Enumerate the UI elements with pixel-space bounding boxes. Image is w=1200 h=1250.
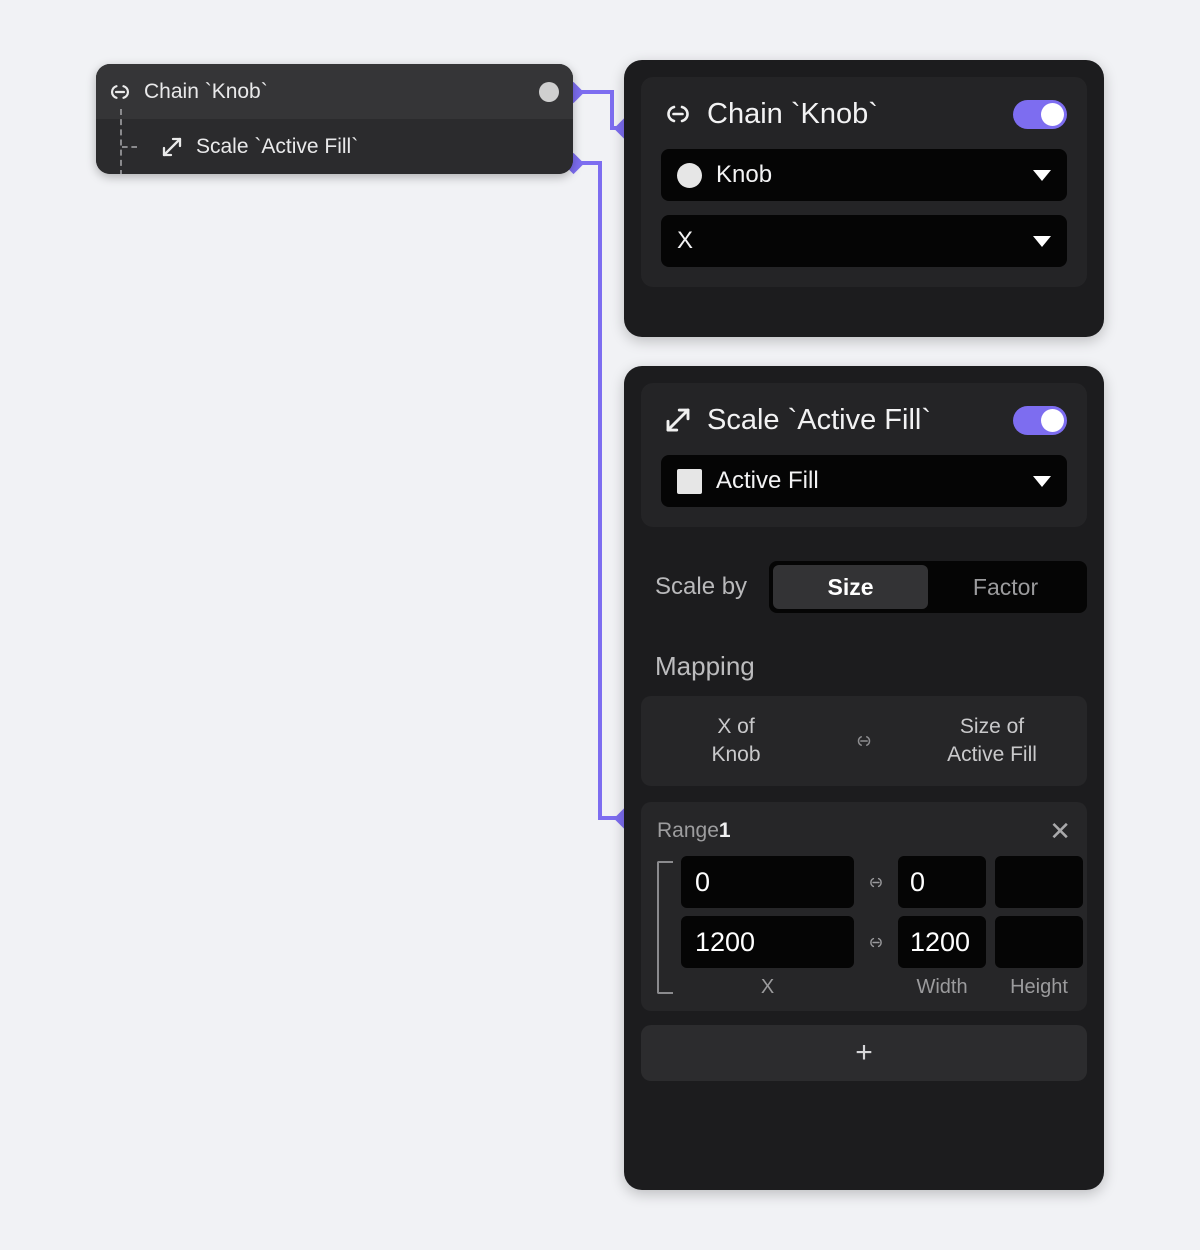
mapping-source-line1: X of — [717, 715, 755, 739]
range-row-from: 0 0 — [681, 856, 1083, 908]
scale-card: Scale `Active Fill` Active Fill — [641, 383, 1087, 527]
chain-title: Chain `Knob` — [707, 97, 878, 130]
scale-header: Scale `Active Fill` — [661, 399, 1067, 441]
tree-row-scale[interactable]: Scale `Active Fill` — [96, 109, 573, 174]
circle-swatch-icon — [677, 162, 702, 188]
range-column-label-width: Width — [916, 976, 968, 998]
wire-chain — [573, 90, 624, 130]
chain-target-select[interactable]: Knob — [661, 149, 1067, 201]
scale-by-label: Scale by — [655, 573, 748, 600]
range-grid: 0 0 1200 1200 X Width Height — [657, 856, 1083, 999]
tree-row-chain[interactable]: Chain `Knob` — [96, 64, 573, 119]
range-from-source-input[interactable]: 0 — [681, 856, 854, 908]
square-swatch-icon — [677, 468, 702, 494]
scale-target-select[interactable]: Active Fill — [661, 455, 1067, 507]
chain-target-value: Knob — [716, 161, 773, 188]
chain-property-select[interactable]: X — [661, 215, 1067, 267]
wire-scale — [573, 161, 624, 820]
canvas: Chain `Knob` Scale `Active Fill` Chain `… — [0, 0, 1200, 1250]
link-icon — [854, 876, 898, 889]
mapping-heading: Mapping — [655, 651, 755, 681]
range-column-label-height: Height — [1010, 976, 1068, 998]
mapping-target-line1: Size of — [959, 715, 1025, 739]
link-icon — [854, 936, 898, 949]
scale-arrow-icon — [158, 136, 186, 158]
range-column-label-x: X — [760, 976, 775, 998]
chain-card: Chain `Knob` Knob X — [641, 77, 1087, 287]
range-label: Range — [657, 819, 719, 842]
scale-title: Scale `Active Fill` — [707, 403, 931, 436]
range-to-width-input[interactable]: 1200 — [898, 916, 986, 968]
tree-chain-label: Chain `Knob` — [144, 79, 268, 103]
range-from-width-input[interactable]: 0 — [898, 856, 986, 908]
tree-scale-label: Scale `Active Fill` — [196, 134, 359, 158]
close-icon[interactable]: ✕ — [1049, 818, 1071, 844]
chain-property-value: X — [677, 227, 694, 254]
scale-target-value: Active Fill — [716, 467, 819, 494]
mapping-source-line2: Knob — [711, 743, 761, 766]
chevron-down-icon — [1033, 475, 1051, 487]
panel-scale-active-fill: Scale `Active Fill` Active Fill Scale by… — [624, 366, 1104, 1190]
chevron-down-icon — [1033, 169, 1051, 181]
add-range-button[interactable]: + — [641, 1025, 1087, 1081]
range-column-labels: X Width Height — [681, 976, 1083, 999]
node-tree: Chain `Knob` Scale `Active Fill` — [96, 64, 573, 174]
scale-arrow-icon — [661, 406, 695, 434]
link-icon — [831, 734, 897, 748]
range-header: Range 1 ✕ — [657, 818, 1071, 844]
link-icon — [661, 100, 695, 128]
range-row-to: 1200 1200 — [681, 916, 1083, 968]
mapping-summary[interactable]: X of Knob Size of Active Fill — [641, 696, 1087, 786]
mapping-target-line2: Active Fill — [947, 743, 1037, 766]
link-icon — [106, 81, 134, 103]
scale-by-option-size[interactable]: Size — [773, 565, 929, 609]
output-port-dot[interactable] — [539, 81, 559, 102]
range-block: Range 1 ✕ 0 0 1200 1200 X Width Height — [641, 802, 1087, 1011]
mapping-target: Size of Active Fill — [897, 713, 1087, 768]
tree-branch-line — [106, 109, 158, 174]
scale-by-segmented-control: Size Factor — [769, 561, 1087, 613]
panel-chain-knob: Chain `Knob` Knob X — [624, 60, 1104, 337]
scale-enabled-toggle[interactable] — [1013, 405, 1067, 435]
range-to-source-input[interactable]: 1200 — [681, 916, 854, 968]
range-index: 1 — [718, 819, 731, 842]
chain-header: Chain `Knob` — [661, 93, 1067, 135]
mapping-source: X of Knob — [641, 713, 831, 768]
scale-by-row: Scale by Size Factor — [655, 561, 1087, 613]
range-to-height-input[interactable] — [995, 916, 1083, 968]
range-bracket — [657, 861, 673, 994]
chain-enabled-toggle[interactable] — [1013, 99, 1067, 129]
chevron-down-icon — [1033, 235, 1051, 247]
range-from-height-input[interactable] — [995, 856, 1083, 908]
scale-by-option-factor[interactable]: Factor — [928, 565, 1083, 609]
